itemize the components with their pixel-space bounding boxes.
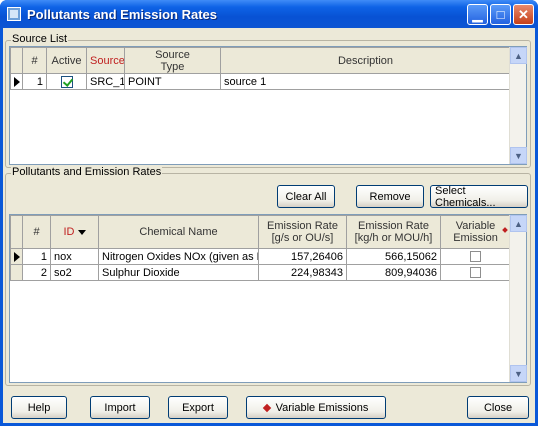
chemical-name-cell[interactable]: Sulphur Dioxide <box>98 264 259 281</box>
source-table: # Active Source ID SourceType Descriptio… <box>10 47 511 90</box>
header-variable-emission[interactable]: Variable Emission <box>440 215 511 249</box>
variable-emissions-button[interactable]: Variable Emissions <box>246 396 386 419</box>
source-header-row: # Active Source ID SourceType Descriptio… <box>10 47 511 74</box>
current-row-arrow-icon <box>13 251 20 262</box>
header-source-id-label: Source ID <box>90 54 125 67</box>
variable-cell[interactable] <box>440 264 511 281</box>
current-row-arrow-icon <box>13 76 20 87</box>
minimize-button[interactable]: ▁ <box>467 4 488 25</box>
header-emission-rate-gs[interactable]: Emission Rate [g/s or OU/s] <box>258 215 347 249</box>
rate-kgh-cell[interactable]: 809,94036 <box>346 264 441 281</box>
scroll-down-icon[interactable]: ▼ <box>510 365 527 382</box>
remove-button[interactable]: Remove <box>356 185 424 208</box>
row-num: 2 <box>22 264 51 281</box>
header-id-label: ID <box>63 226 75 238</box>
pollutants-grid[interactable]: # ID Chemical Name Emission Rate [g/s or … <box>9 214 527 383</box>
sort-down-icon <box>77 229 86 235</box>
header-source-type-line2: Type <box>160 60 185 73</box>
title-bar[interactable]: Pollutants and Emission Rates ▁ □ ✕ <box>0 0 538 28</box>
window-title: Pollutants and Emission Rates <box>27 6 217 22</box>
source-type-cell[interactable]: POINT <box>124 73 221 90</box>
header-id[interactable]: ID <box>50 215 99 249</box>
header-source-type-line1: Source <box>155 48 190 61</box>
id-cell[interactable]: nox <box>50 248 99 265</box>
select-chemicals-button[interactable]: Select Chemicals... <box>430 185 528 209</box>
header-variable-line2: Emission <box>453 232 498 244</box>
variable-emissions-icon <box>262 403 271 412</box>
import-button[interactable]: Import <box>90 396 150 419</box>
header-indicator <box>10 215 23 249</box>
header-variable-line1: Variable <box>455 220 496 232</box>
table-row[interactable]: 2 so2 Sulphur Dioxide 224,98343 809,9403… <box>10 264 511 281</box>
header-description[interactable]: Description <box>220 47 511 74</box>
table-row[interactable]: 1 nox Nitrogen Oxides NOx (given as N 15… <box>10 248 511 265</box>
row-indicator <box>10 248 23 265</box>
pollutants-dialog-window: Pollutants and Emission Rates ▁ □ ✕ Sour… <box>0 0 538 426</box>
description-cell[interactable]: source 1 <box>220 73 511 90</box>
source-list-group: Source List # Active Source ID SourceTyp… <box>5 33 531 168</box>
close-window-button[interactable]: ✕ <box>513 4 534 25</box>
header-rate-gs-line1: Emission Rate <box>267 220 338 232</box>
source-list-label: Source List <box>11 33 69 45</box>
rate-gs-cell[interactable]: 224,98343 <box>258 264 347 281</box>
chemical-name-cell[interactable]: Nitrogen Oxides NOx (given as N <box>98 248 259 265</box>
pollutants-label: Pollutants and Emission Rates <box>11 166 163 178</box>
header-rate-kgh-line1: Emission Rate <box>358 220 429 232</box>
maximize-button[interactable]: □ <box>490 4 511 25</box>
scroll-up-icon[interactable]: ▲ <box>510 47 527 64</box>
app-icon <box>7 7 21 21</box>
header-source-id[interactable]: Source ID <box>86 47 125 74</box>
variable-cell[interactable] <box>440 248 511 265</box>
header-num[interactable]: # <box>22 215 51 249</box>
header-num[interactable]: # <box>22 47 47 74</box>
active-cell[interactable] <box>46 73 87 90</box>
header-source-type[interactable]: Source Type <box>124 47 221 74</box>
rate-gs-cell[interactable]: 157,26406 <box>258 248 347 265</box>
active-checkbox[interactable] <box>60 75 73 88</box>
help-button[interactable]: Help <box>11 396 67 419</box>
header-emission-rate-kgh[interactable]: Emission Rate [kg/h or MOU/h] <box>346 215 441 249</box>
header-rate-kgh-line2: [kg/h or MOU/h] <box>354 232 433 244</box>
source-list-scrollbar[interactable]: ▲ ▼ <box>509 47 527 164</box>
row-indicator <box>10 264 23 281</box>
row-num: 1 <box>22 73 47 90</box>
pollutants-scrollbar[interactable]: ▲ ▼ <box>509 215 527 382</box>
scroll-down-icon[interactable]: ▼ <box>510 147 527 164</box>
export-button[interactable]: Export <box>168 396 228 419</box>
clear-all-button[interactable]: Clear All <box>277 185 335 208</box>
source-list-grid[interactable]: # Active Source ID SourceType Descriptio… <box>9 46 527 165</box>
close-button[interactable]: Close <box>467 396 529 419</box>
variable-emission-checkbox[interactable] <box>470 251 481 263</box>
header-active[interactable]: Active <box>46 47 87 74</box>
rate-kgh-cell[interactable]: 566,15062 <box>346 248 441 265</box>
variable-emission-checkbox[interactable] <box>470 267 481 279</box>
header-chemical-name[interactable]: Chemical Name <box>98 215 259 249</box>
dialog-client-area: Source List # Active Source ID SourceTyp… <box>3 28 535 423</box>
row-indicator <box>10 73 23 90</box>
header-rate-gs-line2: [g/s or OU/s] <box>271 232 334 244</box>
row-num: 1 <box>22 248 51 265</box>
header-indicator <box>10 47 23 74</box>
id-cell[interactable]: so2 <box>50 264 99 281</box>
table-row[interactable]: 1 SRC_1 POINT source 1 <box>10 73 511 90</box>
pollutants-table: # ID Chemical Name Emission Rate [g/s or … <box>10 215 511 281</box>
pollutants-header-row: # ID Chemical Name Emission Rate [g/s or … <box>10 215 511 249</box>
scroll-up-icon[interactable]: ▲ <box>510 215 527 232</box>
pollutants-group: Pollutants and Emission Rates Clear All … <box>5 166 531 386</box>
source-id-cell[interactable]: SRC_1 <box>86 73 125 90</box>
variable-emissions-label: Variable Emissions <box>275 401 369 414</box>
